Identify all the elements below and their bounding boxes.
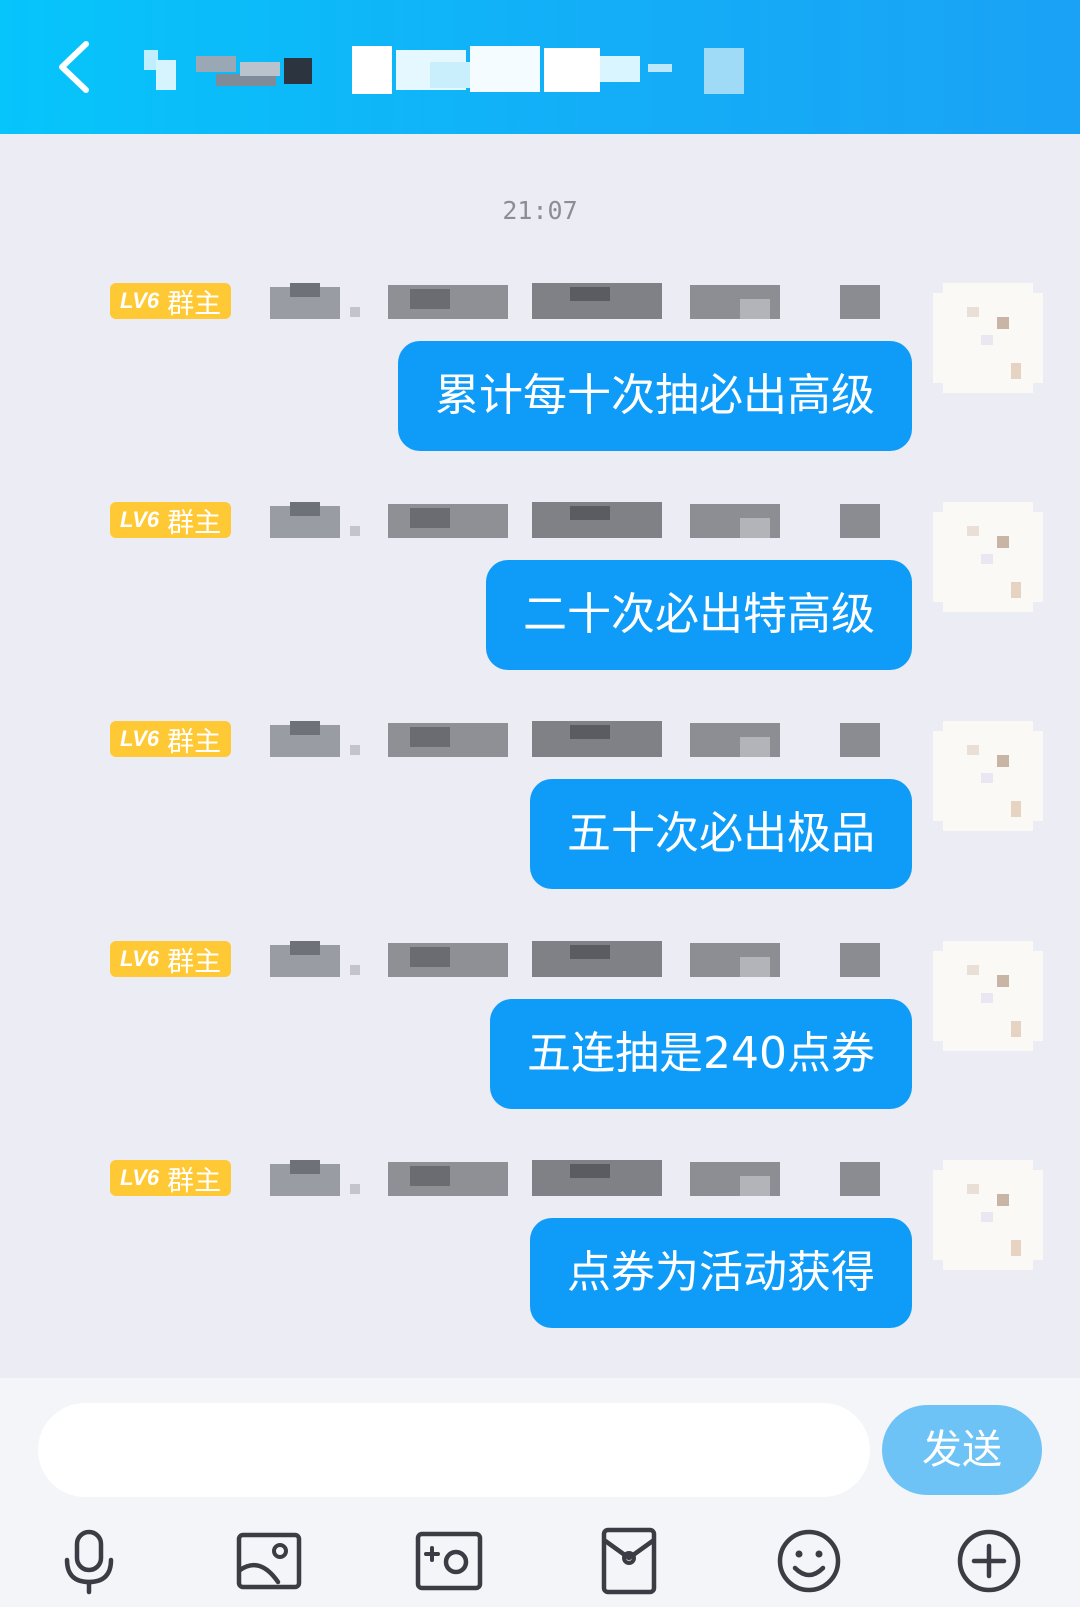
plus-icon [957, 1529, 1021, 1593]
sender-name-redacted [270, 283, 880, 319]
chat-title-redacted [144, 46, 744, 94]
camera-icon [415, 1531, 483, 1591]
chevron-left-icon [59, 41, 89, 93]
avatar[interactable] [933, 1160, 1043, 1270]
message-bubble[interactable]: 点券为活动获得 [530, 1218, 912, 1328]
member-level-badge: LV6 群主 [110, 721, 232, 758]
level-label: LV6 [120, 288, 160, 313]
back-button[interactable] [48, 34, 108, 100]
microphone-icon [64, 1529, 114, 1595]
avatar[interactable] [933, 283, 1043, 393]
camera-button[interactable] [414, 1526, 484, 1596]
sender-name-redacted [270, 941, 880, 977]
message-input[interactable] [38, 1403, 870, 1497]
message-bubble[interactable]: 二十次必出特高级 [486, 560, 912, 670]
image-icon [236, 1532, 302, 1590]
message-item: LV6 群主 累计每十次抽必出高级 [0, 283, 1080, 483]
chat-header [0, 0, 1080, 134]
level-label: LV6 [120, 1165, 160, 1190]
message-item: LV6 群主 点券为活动获得 [0, 1160, 1080, 1360]
message-bubble[interactable]: 五十次必出极品 [530, 779, 912, 889]
image-button[interactable] [234, 1526, 304, 1596]
sender-name-redacted [270, 502, 880, 538]
sender-name-redacted [270, 721, 880, 757]
member-level-badge: LV6 群主 [110, 283, 232, 320]
role-label: 群主 [167, 946, 222, 978]
emoji-button[interactable] [774, 1526, 844, 1596]
more-button[interactable] [954, 1526, 1024, 1596]
composer-bar: 发送 [0, 1378, 1080, 1607]
voice-button[interactable] [54, 1526, 124, 1596]
message-item: LV6 群主 五连抽是240点券 [0, 941, 1080, 1141]
message-bubble[interactable]: 五连抽是240点券 [490, 999, 912, 1109]
sender-name-redacted [270, 1160, 880, 1196]
message-item: LV6 群主 五十次必出极品 [0, 721, 1080, 921]
member-level-badge: LV6 群主 [110, 941, 232, 978]
message-bubble[interactable]: 累计每十次抽必出高级 [398, 341, 912, 451]
red-packet-button[interactable] [594, 1526, 664, 1596]
avatar[interactable] [933, 721, 1043, 831]
time-divider: 21:07 [502, 196, 578, 225]
emoji-icon [777, 1529, 841, 1593]
message-item: LV6 群主 二十次必出特高级 [0, 502, 1080, 702]
level-label: LV6 [120, 946, 160, 971]
member-level-badge: LV6 群主 [110, 1160, 232, 1197]
level-label: LV6 [120, 726, 160, 751]
role-label: 群主 [167, 288, 222, 320]
role-label: 群主 [167, 1165, 222, 1197]
role-label: 群主 [167, 726, 222, 758]
avatar[interactable] [933, 941, 1043, 1051]
member-level-badge: LV6 群主 [110, 502, 232, 539]
level-label: LV6 [120, 507, 160, 532]
avatar[interactable] [933, 502, 1043, 612]
role-label: 群主 [167, 507, 222, 539]
send-button[interactable]: 发送 [882, 1405, 1042, 1495]
red-packet-icon [601, 1527, 657, 1595]
